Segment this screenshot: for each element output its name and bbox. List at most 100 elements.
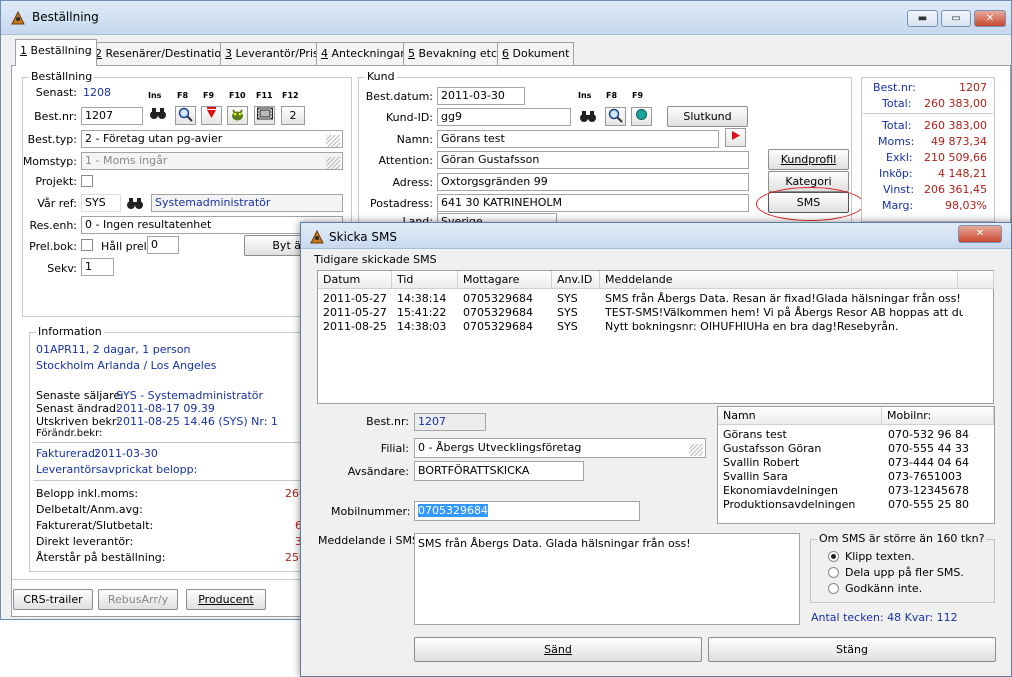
namn-input[interactable]: Görans test (437, 130, 719, 148)
contacts-list[interactable]: Namn Mobilnr: Görans test 070-532 96 84 … (717, 406, 995, 524)
column-header-mottagare[interactable]: Mottagare (458, 271, 552, 289)
message-textarea[interactable]: SMS från Åbergs Data. Glada hälsningar f… (414, 533, 800, 625)
close-icon[interactable]: ✕ (958, 225, 1002, 243)
bestnr-input[interactable]: 1207 (81, 107, 143, 125)
rebus-arr-button[interactable]: RebusArr/y (98, 589, 178, 610)
postadress-label: Postadress: (370, 197, 433, 210)
divider (33, 442, 345, 443)
postadress-input[interactable]: 641 30 KATRINEHOLM (437, 194, 749, 212)
column-header-datum[interactable]: Datum (318, 271, 392, 289)
sms-row-tid[interactable]: 14:38:03 (397, 320, 446, 333)
prelbok-label: Prel.bok: (29, 240, 77, 253)
tab-bestallning[interactable]: 1 Beställning (15, 39, 97, 66)
forandr-label: Förändr.bekr: (36, 428, 103, 439)
f12-button[interactable]: 2 (281, 106, 305, 125)
contact-mobile[interactable]: 073-444 04 64 (888, 456, 969, 469)
sms-row-datum[interactable]: 2011-05-27 (323, 306, 387, 319)
meddelande-label: Meddelande i SMS (318, 534, 420, 547)
sms-row-mottagare[interactable]: 0705329684 (463, 292, 533, 305)
minimize-button[interactable]: ▬ (907, 10, 938, 27)
crs-trailer-button[interactable]: CRS-trailer (13, 589, 93, 610)
previous-sms-list[interactable]: Datum Tid Mottagare Anv.ID Meddelande 20… (317, 270, 994, 404)
attention-input[interactable]: Göran Gustafsson (437, 151, 749, 169)
sms-row-meddelande[interactable]: Nytt bokningsnr: OIHUFHIUHa en bra dag!R… (605, 320, 963, 333)
adress-input[interactable]: Oxtorgsgränden 99 (437, 173, 749, 191)
tab-anteckningar[interactable]: 4 Anteckningar (316, 42, 410, 65)
momstyp-select[interactable]: 1 - Moms ingår (81, 152, 343, 170)
contact-name[interactable]: Gustafsson Göran (723, 442, 821, 455)
column-header-anvid[interactable]: Anv.ID (552, 271, 600, 289)
column-header-tid[interactable]: Tid (392, 271, 458, 289)
sms-row-datum[interactable]: 2011-08-25 (323, 320, 387, 333)
tab-dokument[interactable]: 6 Dokument (497, 42, 575, 65)
sms-row-mottagare[interactable]: 0705329684 (463, 306, 533, 319)
send-button[interactable]: Sänd (414, 637, 702, 662)
close-dialog-button[interactable]: Stäng (708, 637, 996, 662)
sms-row-anvid[interactable]: SYS (557, 292, 578, 305)
sms-row-tid[interactable]: 14:38:14 (397, 292, 446, 305)
projekt-checkbox[interactable] (81, 175, 93, 187)
column-header-mobilnr[interactable]: Mobilnr: (882, 407, 994, 425)
sekv-input[interactable]: 1 (81, 258, 114, 276)
maximize-button[interactable]: ▭ (941, 10, 971, 27)
avsandare-input[interactable]: BORTFÖRATTSKICKA (414, 461, 584, 481)
prelbok-checkbox[interactable] (81, 239, 93, 251)
contact-name[interactable]: Svallin Sara (723, 470, 788, 483)
tab-resenarer[interactable]: 2 Resenärer/Destination (90, 42, 234, 65)
sms-row-datum[interactable]: 2011-05-27 (323, 292, 387, 305)
namn-label: Namn: (396, 133, 433, 146)
column-header-meddelande[interactable]: Meddelande (600, 271, 958, 289)
contact-name[interactable]: Produktionsavdelningen (723, 498, 855, 511)
mobilnummer-input[interactable]: 0705329684 (414, 501, 640, 521)
sms-row-meddelande[interactable]: TEST-SMS!Välkommen hem! Vi på Åbergs Res… (605, 306, 963, 319)
magnifier-icon[interactable] (175, 106, 196, 125)
fkey-f9: F9 (632, 91, 644, 100)
sms-row-anvid[interactable]: SYS (557, 306, 578, 319)
tab-bevakning[interactable]: 5 Bevakning etc. (403, 42, 506, 65)
sms-row-tid[interactable]: 15:41:22 (397, 306, 446, 319)
contact-mobile[interactable]: 070-555 25 80 (888, 498, 969, 511)
binoculars-icon[interactable] (579, 109, 597, 126)
creature-icon[interactable] (227, 106, 248, 125)
contact-mobile[interactable]: 073-7651003 (888, 470, 962, 483)
producent-button[interactable]: Producent (186, 589, 266, 610)
contact-name[interactable]: Görans test (723, 428, 787, 441)
radio-dela-label[interactable]: Dela upp på fler SMS. (845, 566, 964, 579)
contact-mobile[interactable]: 070-532 96 84 (888, 428, 969, 441)
byt-button[interactable]: Byt ä (244, 235, 304, 256)
globe-icon[interactable] (631, 107, 652, 126)
besttyp-select[interactable]: 2 - Företag utan pg-avier (81, 130, 343, 148)
bestdatum-input[interactable]: 2011-03-30 (437, 87, 525, 105)
varref-name-field: Systemadministratör (151, 194, 343, 212)
kundid-input[interactable]: gg9 (437, 108, 571, 126)
red-arrow-down-icon[interactable] (201, 106, 222, 125)
binoculars-icon[interactable] (147, 106, 168, 125)
adress-label: Adress: (392, 176, 433, 189)
sms-row-mottagare[interactable]: 0705329684 (463, 320, 533, 333)
sms-row-anvid[interactable]: SYS (557, 320, 578, 333)
tab-leverantor[interactable]: 3 Leverantör/Pris (220, 42, 324, 65)
kundprofil-button[interactable]: Kundprofil (768, 149, 849, 170)
filial-select[interactable]: 0 - Åbergs Utvecklingsföretag (414, 438, 706, 458)
magnifier-icon[interactable] (605, 107, 626, 126)
radio-godkann-label[interactable]: Godkänn inte. (845, 582, 922, 595)
previous-sms-label: Tidigare skickade SMS (314, 253, 437, 266)
radio-klipp[interactable] (828, 551, 839, 562)
contact-name[interactable]: Svallin Robert (723, 456, 799, 469)
contact-mobile[interactable]: 073-12345678 (888, 484, 969, 497)
slutkund-button[interactable]: Slutkund (667, 106, 748, 127)
film-strip-icon[interactable] (254, 106, 275, 125)
radio-dela[interactable] (828, 567, 839, 578)
bestnr-label: Best.nr: (34, 110, 77, 123)
varref-code-input[interactable]: SYS (81, 194, 121, 212)
contact-mobile[interactable]: 070-555 44 33 (888, 442, 969, 455)
radio-klipp-label[interactable]: Klipp texten. (845, 550, 915, 563)
close-button[interactable]: ✕ (974, 10, 1006, 27)
sms-row-meddelande[interactable]: SMS från Åbergs Data. Resan är fixad!Gla… (605, 292, 963, 305)
play-arrow-icon[interactable] (725, 128, 746, 147)
radio-godkann[interactable] (828, 583, 839, 594)
contact-name[interactable]: Ekonomiavdelningen (723, 484, 838, 497)
binoculars-icon[interactable] (126, 196, 144, 213)
column-header-namn[interactable]: Namn (718, 407, 882, 425)
hallprel-input[interactable]: 0 (147, 236, 179, 254)
